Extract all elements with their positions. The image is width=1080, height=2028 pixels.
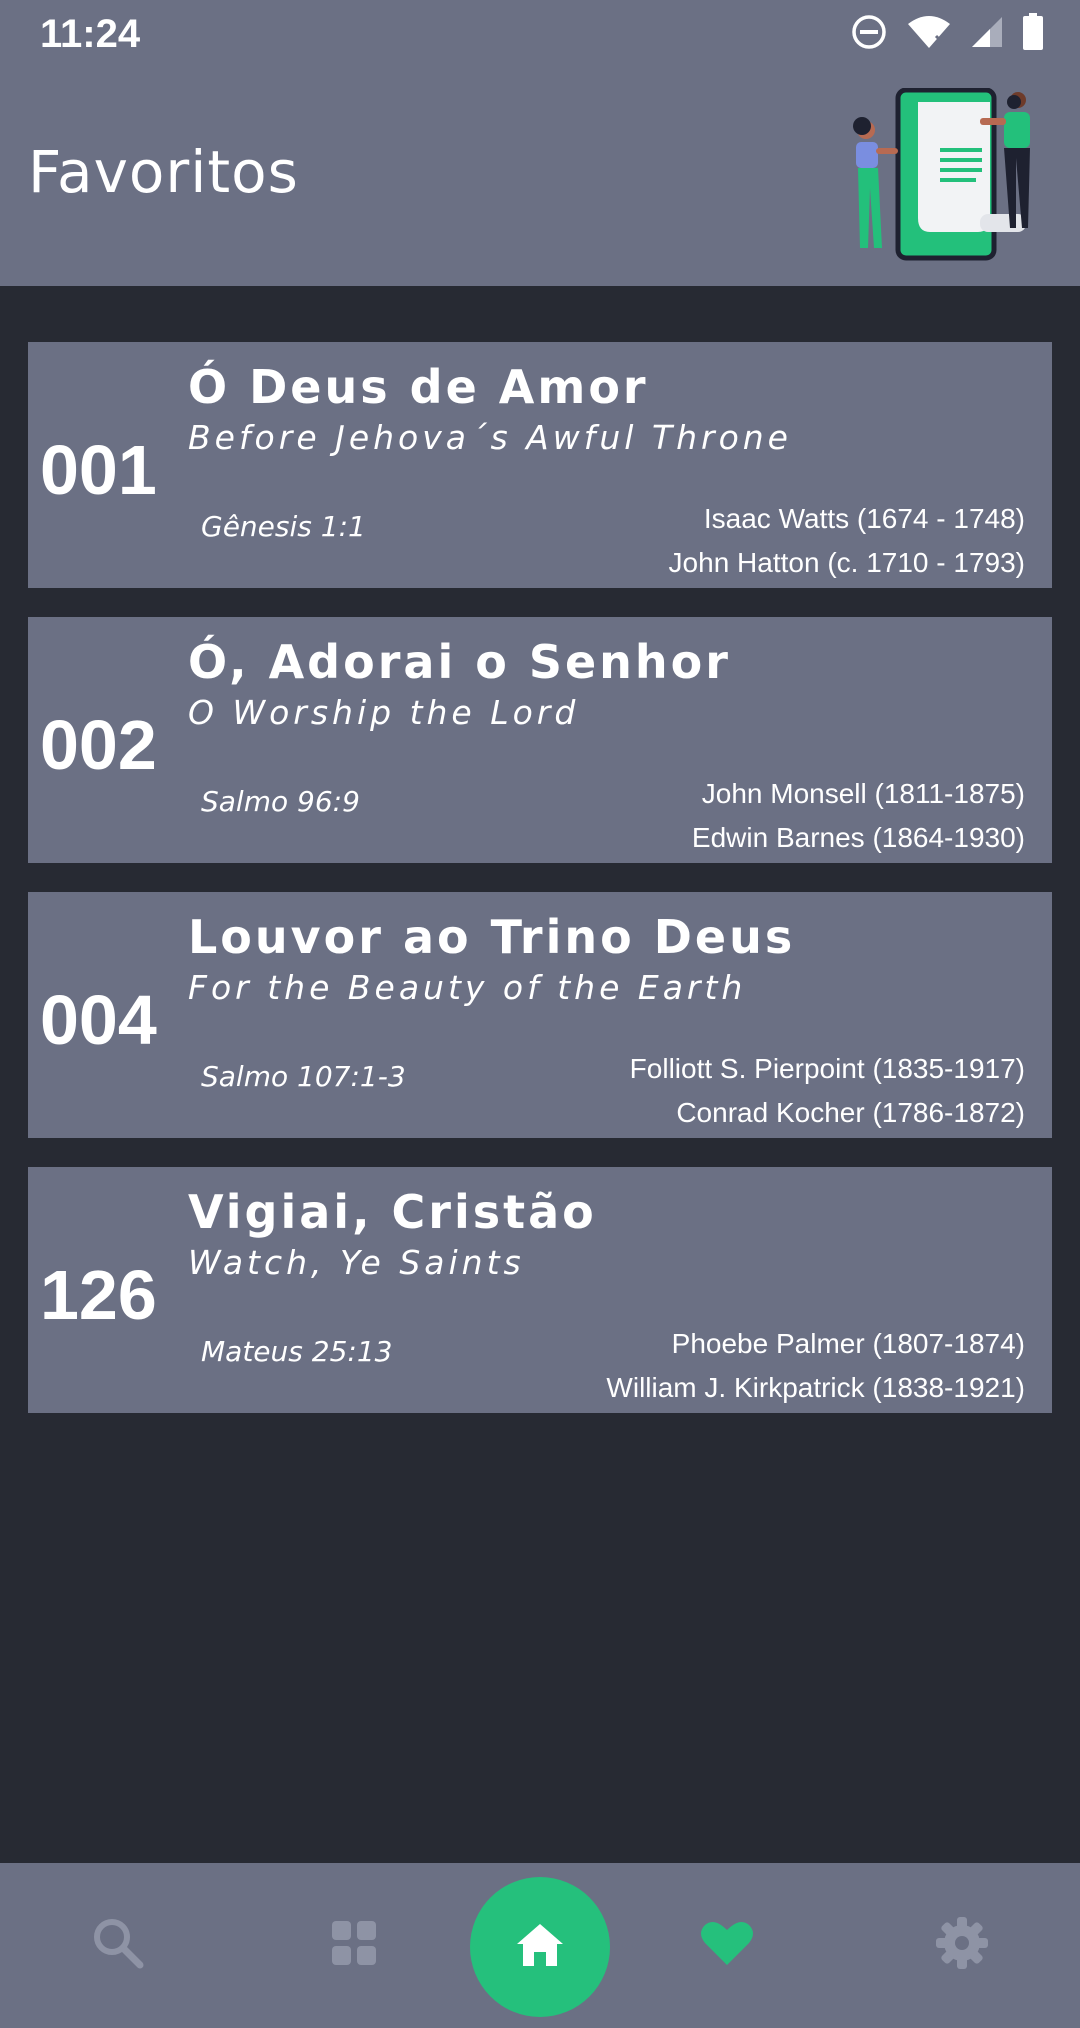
status-icons — [850, 12, 1044, 56]
cell-signal-icon — [970, 15, 1004, 54]
bible-reference: Salmo 107:1-3 — [201, 1060, 406, 1093]
home-icon — [515, 1922, 565, 1973]
heart-icon — [700, 1919, 754, 1972]
hymn-title: Louvor ao Trino Deus — [188, 910, 796, 964]
nav-settings[interactable] — [902, 1863, 1022, 2028]
hymn-authors: Folliott S. Pierpoint (1835-1917) Conrad… — [630, 1047, 1025, 1135]
hymn-author-music: John Hatton (c. 1710 - 1793) — [668, 547, 1025, 578]
nav-categories[interactable] — [294, 1863, 414, 2028]
hymn-title: Vigiai, Cristão — [188, 1185, 597, 1239]
hymn-number: 004 — [40, 981, 157, 1059]
favorites-list: 001 Ó Deus de Amor Before Jehova´s Awful… — [28, 342, 1052, 1442]
do-not-disturb-icon — [850, 13, 888, 56]
hymn-author-lyrics: Isaac Watts (1674 - 1748) — [703, 503, 1025, 534]
wifi-icon — [906, 14, 952, 55]
bible-reference: Mateus 25:13 — [201, 1335, 393, 1368]
hymn-author-lyrics: Folliott S. Pierpoint (1835-1917) — [629, 1053, 1025, 1084]
hymn-title: Ó Deus de Amor — [188, 360, 649, 414]
nav-search[interactable] — [58, 1863, 178, 2028]
hymn-original-title: O Worship the Lord — [188, 693, 580, 732]
hymn-card[interactable]: 126 Vigiai, Cristão Watch, Ye Saints Mat… — [28, 1167, 1052, 1413]
grid-icon — [330, 1919, 378, 1972]
status-bar: 11:24 — [0, 0, 1080, 70]
bible-reference: Salmo 96:9 — [201, 785, 360, 818]
app-header: 11:24 Favoritos — [0, 0, 1080, 286]
hymn-original-title: Before Jehova´s Awful Throne — [188, 418, 792, 457]
hymn-author-lyrics: John Monsell (1811-1875) — [701, 778, 1025, 809]
hymn-authors: Isaac Watts (1674 - 1748) John Hatton (c… — [669, 497, 1025, 585]
hymn-number: 001 — [40, 431, 157, 509]
hymn-author-music: Conrad Kocher (1786-1872) — [676, 1097, 1025, 1128]
hymn-number: 126 — [40, 1256, 157, 1334]
hymn-author-lyrics: Phoebe Palmer (1807-1874) — [671, 1328, 1025, 1359]
battery-icon — [1022, 12, 1044, 56]
hymn-card[interactable]: 001 Ó Deus de Amor Before Jehova´s Awful… — [28, 342, 1052, 588]
hymn-original-title: Watch, Ye Saints — [188, 1243, 525, 1282]
hymn-authors: Phoebe Palmer (1807-1874) William J. Kir… — [606, 1322, 1025, 1410]
hymn-card[interactable]: 002 Ó, Adorai o Senhor O Worship the Lor… — [28, 617, 1052, 863]
nav-favorites[interactable] — [667, 1863, 787, 2028]
gear-icon — [936, 1917, 988, 1974]
search-icon — [90, 1915, 146, 1976]
hymn-author-music: Edwin Barnes (1864-1930) — [691, 822, 1025, 853]
hymn-original-title: For the Beauty of the Earth — [188, 968, 747, 1007]
hymn-authors: John Monsell (1811-1875) Edwin Barnes (1… — [692, 772, 1025, 860]
hymn-title: Ó, Adorai o Senhor — [188, 635, 731, 689]
page-title: Favoritos — [28, 138, 299, 206]
hymn-author-music: William J. Kirkpatrick (1838-1921) — [606, 1372, 1025, 1403]
status-time: 11:24 — [40, 12, 141, 56]
home-button[interactable] — [470, 1877, 610, 2017]
hymn-card[interactable]: 004 Louvor ao Trino Deus For the Beauty … — [28, 892, 1052, 1138]
reading-people-illustration — [840, 87, 1056, 266]
hymn-number: 002 — [40, 706, 157, 784]
bible-reference: Gênesis 1:1 — [201, 510, 366, 543]
